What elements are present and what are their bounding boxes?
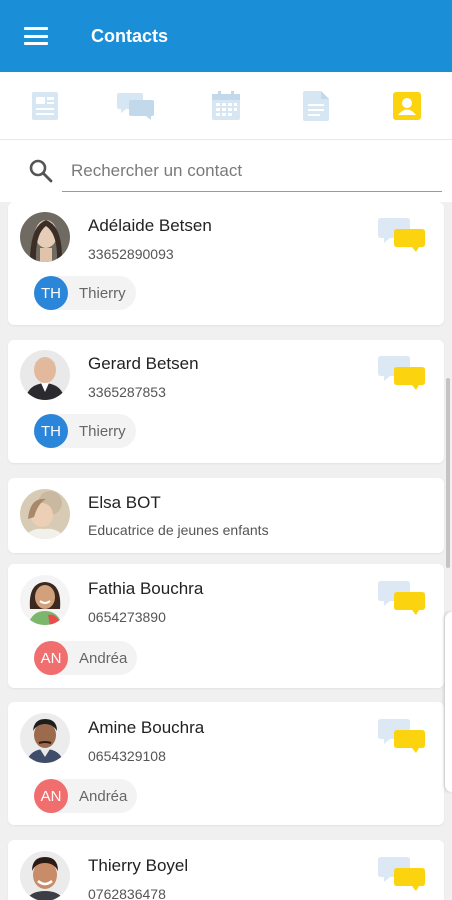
message-icon[interactable]	[378, 718, 426, 754]
scrollbar[interactable]	[446, 378, 450, 568]
avatar	[20, 489, 70, 539]
contact-phone: 3365287853	[88, 384, 166, 400]
contact-job-title: Educatrice de jeunes enfants	[88, 522, 269, 538]
assignee-name: Thierry	[79, 284, 126, 302]
avatar	[20, 350, 70, 400]
assignee-initials: AN	[34, 641, 68, 675]
contact-phone: 0762836478	[88, 886, 166, 900]
contact-name: Fathia Bouchra	[88, 579, 204, 598]
avatar	[20, 713, 70, 763]
contact-name: Elsa BOT	[88, 493, 161, 512]
avatar	[20, 212, 70, 262]
assignee-chip: TH Thierry	[34, 414, 136, 448]
assignee-chip: AN Andréa	[34, 641, 138, 675]
contact-card[interactable]: Fathia Bouchra 0654273890 AN Andréa	[8, 564, 444, 688]
contact-card[interactable]: Gerard Betsen 3365287853 TH Thierry	[8, 340, 444, 463]
contact-card[interactable]: Thierry Boyel 0762836478	[8, 840, 444, 900]
contact-name: Thierry Boyel	[88, 856, 189, 875]
page-title: Contacts	[91, 25, 169, 46]
avatar	[20, 575, 70, 625]
calendar-icon	[211, 90, 240, 120]
messages-icon	[116, 92, 154, 120]
tab-documents[interactable]	[15, 76, 75, 136]
assignee-chip: TH Thierry	[34, 276, 136, 310]
assignee-initials: AN	[34, 779, 68, 813]
contact-list: Adélaide Betsen 33652890093 TH Thierry G…	[0, 202, 452, 900]
assignee-name: Thierry	[79, 422, 126, 440]
message-icon[interactable]	[378, 580, 426, 616]
tab-bar	[0, 72, 452, 140]
contact-phone: 0654273890	[88, 609, 166, 625]
contact-card[interactable]: Amine Bouchra 0654329108 AN Andréa	[8, 702, 444, 825]
tab-contacts[interactable]	[377, 76, 437, 136]
contact-phone: 0654329108	[88, 748, 166, 764]
contact-card[interactable]: Adélaide Betsen 33652890093 TH Thierry	[8, 202, 444, 325]
assignee-chip: AN Andréa	[34, 779, 138, 813]
assignee-initials: TH	[34, 276, 68, 310]
contact-phone: 33652890093	[88, 246, 174, 262]
search-icon	[29, 159, 53, 183]
assignee-name: Andréa	[79, 787, 128, 805]
message-icon[interactable]	[378, 856, 426, 892]
contact-name: Gerard Betsen	[88, 354, 199, 373]
assignee-initials: TH	[34, 414, 68, 448]
avatar	[20, 851, 70, 900]
hamburger-icon	[24, 27, 48, 45]
contacts-icon	[392, 91, 421, 120]
search-bar	[0, 140, 452, 202]
message-icon[interactable]	[378, 217, 426, 253]
contact-name: Adélaide Betsen	[88, 216, 212, 235]
tab-calendar[interactable]	[196, 76, 256, 136]
edge-handle[interactable]	[445, 612, 452, 792]
contact-name: Amine Bouchra	[88, 718, 205, 737]
message-icon[interactable]	[378, 355, 426, 391]
tab-notes[interactable]	[286, 76, 346, 136]
app-bar: Contacts	[0, 0, 452, 72]
assignee-name: Andréa	[79, 649, 128, 667]
document-icon	[32, 91, 59, 120]
search-input[interactable]	[62, 150, 442, 192]
contact-card[interactable]: Elsa BOT Educatrice de jeunes enfants	[8, 478, 444, 553]
tab-messages[interactable]	[106, 76, 166, 136]
notes-icon	[303, 90, 330, 121]
menu-button[interactable]	[0, 0, 72, 72]
